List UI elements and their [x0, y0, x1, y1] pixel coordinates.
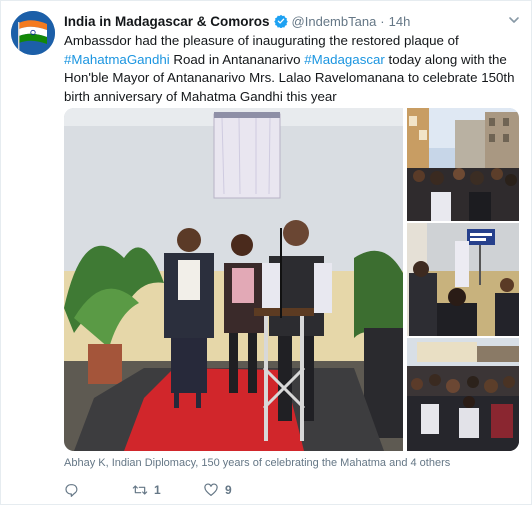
- photo-plaque-unveiling[interactable]: [64, 108, 403, 451]
- display-name[interactable]: India in Madagascar & Comoros: [64, 14, 270, 29]
- media-grid: [64, 108, 519, 451]
- tweet-text: Ambassdor had the pleasure of inaugurati…: [64, 32, 524, 106]
- hashtag-madagascar-link[interactable]: #Madagascar: [304, 52, 385, 67]
- photo-street-crowd[interactable]: [407, 108, 519, 221]
- tweet-actions: 1 9: [64, 480, 263, 500]
- separator-dot: ·: [380, 13, 385, 29]
- photo-gathering-crowd[interactable]: [407, 338, 519, 451]
- heart-icon: [204, 483, 218, 496]
- tweet-timestamp[interactable]: 14h: [389, 14, 411, 29]
- india-flag-avatar-icon: [11, 11, 55, 55]
- retweet-button[interactable]: 1: [132, 482, 203, 498]
- tweet-header: India in Madagascar & Comoros @IndembTan…: [64, 12, 410, 30]
- tweet-text-segment: Road in Antananarivo: [169, 51, 305, 67]
- account-avatar[interactable]: [11, 11, 55, 55]
- account-handle[interactable]: @IndembTana: [292, 14, 377, 29]
- retweet-count: 1: [154, 483, 161, 497]
- photo-plaque-closeup[interactable]: [407, 223, 519, 336]
- media-tagged-users-caption[interactable]: Abhay K, Indian Diplomacy, 150 years of …: [64, 457, 450, 469]
- tweet-text-segment: Ambassdor had the pleasure of inaugurati…: [64, 33, 459, 48]
- reply-button[interactable]: [64, 482, 132, 498]
- hashtag-mahatmagandhi-link[interactable]: #MahatmaGandhi: [64, 52, 170, 67]
- reply-icon: [65, 484, 78, 497]
- retweet-icon: [132, 485, 148, 495]
- like-count: 9: [225, 483, 232, 497]
- tweet-card[interactable]: India in Madagascar & Comoros @IndembTan…: [0, 0, 532, 505]
- more-options-chevron-icon[interactable]: [507, 13, 521, 27]
- like-button[interactable]: 9: [203, 482, 263, 498]
- verified-badge-icon: [273, 14, 288, 29]
